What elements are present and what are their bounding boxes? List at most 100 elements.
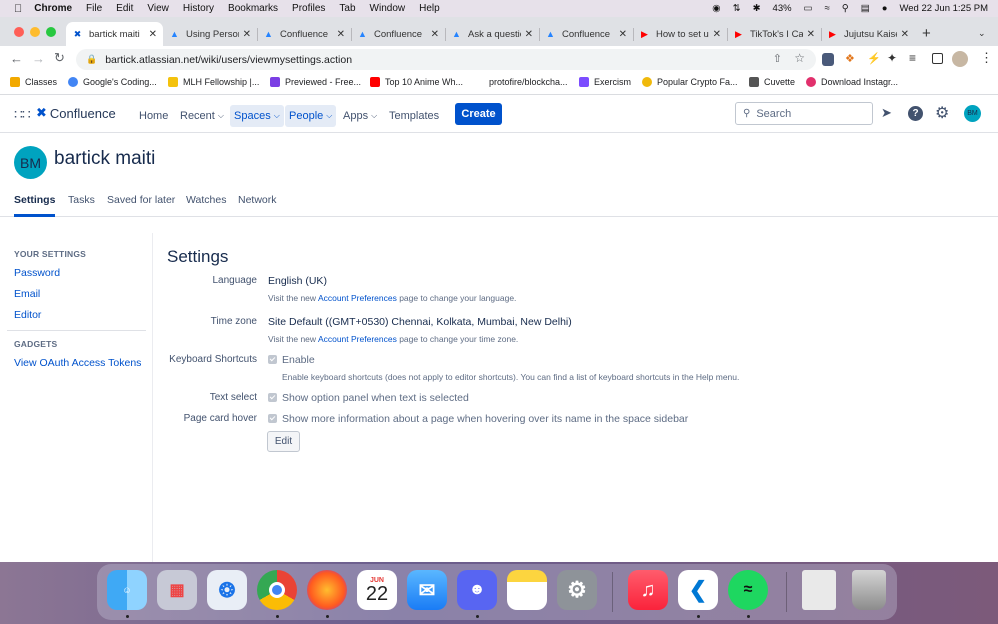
edit-button[interactable]: Edit: [267, 431, 300, 452]
siri-icon[interactable]: ●: [882, 3, 888, 14]
nav-people[interactable]: People ⌵: [285, 105, 337, 127]
tab-how-to-set[interactable]: ▶ How to set u ✕: [633, 22, 727, 46]
tab-ask-a-question[interactable]: ▲ Ask a questio ✕: [445, 22, 539, 46]
firefox-icon[interactable]: [307, 570, 347, 610]
menu-edit[interactable]: Edit: [116, 3, 133, 14]
close-window-button[interactable]: [14, 27, 24, 37]
menu-file[interactable]: File: [86, 3, 102, 14]
trash-icon[interactable]: [852, 570, 886, 610]
extension-shield-icon[interactable]: [822, 53, 834, 66]
side-panel-icon[interactable]: [932, 53, 943, 64]
sidebar-link-email[interactable]: Email: [14, 288, 40, 300]
close-tab-icon[interactable]: ✕: [149, 29, 157, 40]
tab-using-person[interactable]: ▲ Using Person ✕: [163, 22, 257, 46]
create-button[interactable]: Create: [455, 103, 502, 125]
reading-list-icon[interactable]: ≡: [909, 51, 916, 65]
close-tab-icon[interactable]: ✕: [807, 29, 815, 40]
menu-help[interactable]: Help: [419, 3, 440, 14]
tab-settings[interactable]: Settings: [14, 193, 56, 217]
help-icon[interactable]: ?: [908, 106, 923, 121]
tab-bartick-maiti[interactable]: ✖ bartick maiti ✕: [66, 22, 163, 46]
nav-templates[interactable]: Templates: [385, 105, 443, 127]
bookmark-item[interactable]: Previewed - Free...: [270, 77, 361, 87]
new-tab-icon[interactable]: +: [922, 25, 931, 42]
tab-tiktok[interactable]: ▶ TikTok's I Ca ✕: [727, 22, 821, 46]
menu-tab[interactable]: Tab: [339, 3, 355, 14]
spotify-icon[interactable]: ≈: [728, 570, 768, 610]
text-select-checkbox[interactable]: [268, 393, 277, 402]
bookmark-item[interactable]: Popular Crypto Fa...: [642, 77, 738, 87]
back-icon[interactable]: ←: [10, 51, 23, 66]
menu-profiles[interactable]: Profiles: [292, 3, 325, 14]
address-bar[interactable]: 🔒 bartick.atlassian.net/wiki/users/viewm…: [76, 49, 816, 70]
sidebar-link-oauth-tokens[interactable]: View OAuth Access Tokens: [14, 357, 141, 369]
music-icon[interactable]: ♫: [628, 570, 668, 610]
settings-gear-icon[interactable]: ⚙: [935, 103, 949, 123]
bookmark-item[interactable]: Top 10 Anime Wh...: [370, 77, 463, 87]
bookmark-item[interactable]: Google's Coding...: [68, 77, 157, 87]
minimize-window-button[interactable]: [30, 27, 40, 37]
page-card-hover-checkbox[interactable]: [268, 414, 277, 423]
discord-icon[interactable]: ☻: [457, 570, 497, 610]
apple-icon[interactable]: : [14, 3, 22, 15]
close-tab-icon[interactable]: ✕: [525, 29, 533, 40]
spotlight-icon[interactable]: ⚲: [842, 3, 849, 14]
tab-watches[interactable]: Watches: [186, 193, 226, 217]
vscode-icon[interactable]: ❮: [678, 570, 718, 610]
clock[interactable]: Wed 22 Jun 1:25 PM: [899, 3, 988, 14]
safari-icon[interactable]: ❂: [207, 570, 247, 610]
tab-network[interactable]: Network: [238, 193, 277, 217]
account-preferences-link[interactable]: Account Preferences: [318, 334, 397, 344]
wifi-tools-icon[interactable]: ⇅: [733, 3, 741, 14]
preview-icon[interactable]: [802, 570, 836, 610]
reload-icon[interactable]: ↻: [54, 50, 65, 66]
bookmark-item[interactable]: Exercism: [579, 77, 631, 87]
zoom-window-button[interactable]: [46, 27, 56, 37]
close-tab-icon[interactable]: ✕: [243, 29, 251, 40]
tab-tasks[interactable]: Tasks: [68, 193, 95, 217]
system-preferences-icon[interactable]: ⚙: [557, 570, 597, 610]
bookmark-item[interactable]: Download Instagr...: [806, 77, 898, 87]
share-icon[interactable]: ⇧: [773, 52, 782, 65]
account-preferences-link[interactable]: Account Preferences: [318, 293, 397, 303]
bluetooth-icon[interactable]: ✱: [753, 3, 761, 14]
battery-icon[interactable]: ▭: [804, 3, 813, 14]
bookmark-item[interactable]: MLH Fellowship |...: [168, 77, 259, 87]
chrome-menu-icon[interactable]: ⋮: [980, 50, 993, 66]
bookmark-item[interactable]: protofire/blockcha...: [474, 77, 568, 87]
close-tab-icon[interactable]: ✕: [901, 29, 909, 40]
nav-spaces[interactable]: Spaces ⌵: [230, 105, 284, 127]
wifi-icon[interactable]: ≈: [825, 3, 830, 14]
user-avatar[interactable]: BM: [964, 105, 981, 122]
close-tab-icon[interactable]: ✕: [337, 29, 345, 40]
tab-confluence-3[interactable]: ▲ Confluence ✕: [539, 22, 633, 46]
confluence-logo[interactable]: ✖ Confluence: [36, 105, 116, 121]
metamask-icon[interactable]: ❖: [845, 52, 855, 65]
finder-icon[interactable]: ☺: [107, 570, 147, 610]
tab-jujutsu-kaisen[interactable]: ▶ Jujutsu Kaise ✕: [821, 22, 915, 46]
close-tab-icon[interactable]: ✕: [713, 29, 721, 40]
tab-search-chevron-icon[interactable]: ⌄: [978, 28, 986, 39]
calendar-icon[interactable]: JUN 22: [357, 570, 397, 610]
nav-home[interactable]: Home: [135, 105, 172, 127]
forward-icon[interactable]: →: [32, 51, 45, 66]
address-url[interactable]: bartick.atlassian.net/wiki/users/viewmys…: [105, 54, 352, 66]
sidebar-link-editor[interactable]: Editor: [14, 309, 41, 321]
tab-confluence-1[interactable]: ▲ Confluence ✕: [257, 22, 351, 46]
search-input[interactable]: ⚲ Search: [735, 102, 873, 125]
nav-apps[interactable]: Apps ⌵: [339, 105, 381, 127]
menu-bookmarks[interactable]: Bookmarks: [228, 3, 278, 14]
launchpad-icon[interactable]: ▦: [157, 570, 197, 610]
control-center-icon[interactable]: ▤: [861, 3, 870, 14]
tab-confluence-2[interactable]: ▲ Confluence ✕: [351, 22, 445, 46]
notifications-icon[interactable]: ➤: [881, 105, 892, 121]
tab-saved-for-later[interactable]: Saved for later: [107, 193, 175, 217]
mail-icon[interactable]: ✉: [407, 570, 447, 610]
close-tab-icon[interactable]: ✕: [431, 29, 439, 40]
extension-bolt-icon[interactable]: ⚡: [867, 52, 881, 65]
notes-icon[interactable]: [507, 570, 547, 610]
bookmark-item[interactable]: Cuvette: [749, 77, 795, 87]
extensions-puzzle-icon[interactable]: ✦: [887, 51, 897, 65]
record-icon[interactable]: ◉: [712, 3, 720, 14]
nav-recent[interactable]: Recent ⌵: [176, 105, 228, 127]
